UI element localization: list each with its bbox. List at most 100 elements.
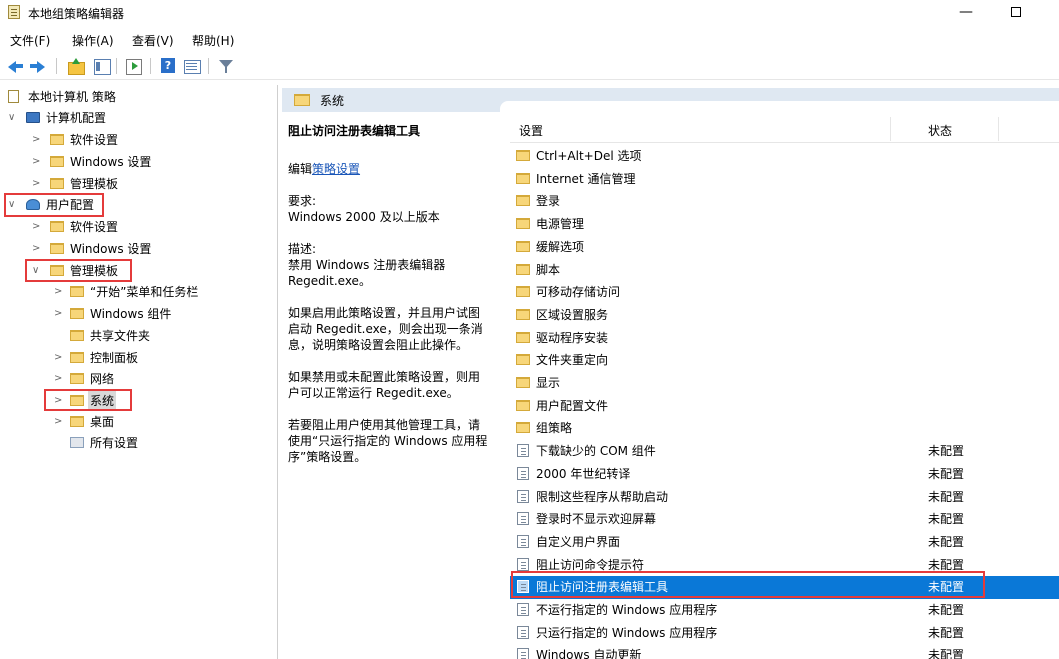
chevron-right-icon[interactable]: > <box>32 174 42 194</box>
menu-help[interactable]: 帮助(H) <box>192 32 234 49</box>
list-row[interactable]: Windows 自动更新 未配置 <box>510 644 1059 659</box>
folder-icon <box>50 178 64 189</box>
chevron-down-icon[interactable]: ∨ <box>8 108 18 128</box>
list-row[interactable]: 不运行指定的 Windows 应用程序 未配置 <box>510 599 1059 622</box>
list-row[interactable]: 电源管理 <box>510 213 1059 236</box>
description-text: 禁用 Windows 注册表编辑器 <box>288 258 446 272</box>
chevron-right-icon[interactable]: > <box>54 412 64 432</box>
menu-view[interactable]: 查看(V) <box>132 32 174 49</box>
chevron-down-icon[interactable]: ∨ <box>32 261 42 281</box>
chevron-right-icon[interactable]: > <box>54 369 64 389</box>
column-header-setting[interactable]: 设置 <box>519 122 543 139</box>
row-setting-label: 文件夹重定向 <box>536 353 609 368</box>
folder-icon <box>516 377 530 388</box>
content-header-title: 系统 <box>320 94 345 108</box>
chevron-right-icon[interactable]: > <box>32 217 42 237</box>
list-row[interactable]: 自定义用户界面 未配置 <box>510 531 1059 554</box>
list-row[interactable]: 用户配置文件 <box>510 395 1059 418</box>
list-row[interactable]: 组策略 <box>510 417 1059 440</box>
folder-icon <box>50 243 64 254</box>
list-row[interactable]: 下载缺少的 COM 组件 未配置 <box>510 440 1059 463</box>
folder-icon <box>516 286 530 298</box>
row-setting-label: 可移动存储访问 <box>536 285 621 300</box>
show-hide-tree-icon[interactable] <box>92 57 112 75</box>
tree-item-label: Windows 组件 <box>90 307 172 321</box>
maximize-button[interactable] <box>993 0 1039 26</box>
description-text: 如果禁用或未配置此策略设置，则用 <box>288 370 481 384</box>
list-row[interactable]: 限制这些程序从帮助启动 未配置 <box>510 486 1059 509</box>
list-row[interactable]: 缓解选项 <box>510 236 1059 259</box>
chevron-right-icon[interactable]: > <box>32 239 42 259</box>
chevron-right-icon[interactable]: > <box>32 152 42 172</box>
toolbar-separator <box>150 58 151 74</box>
toolbar <box>0 54 1059 80</box>
edit-prefix: 编辑 <box>288 162 313 176</box>
column-header-state[interactable]: 状态 <box>928 122 952 139</box>
chevron-down-icon[interactable]: ∨ <box>8 195 18 215</box>
list-row[interactable]: 登录时不显示欢迎屏幕 未配置 <box>510 508 1059 531</box>
list-row[interactable]: 2000 年世纪转译 未配置 <box>510 463 1059 486</box>
maximize-icon <box>1011 7 1021 17</box>
content-pane: 系统 阻止访问注册表编辑工具 编辑策略设置 要求: Windows 2000 及… <box>282 85 1059 659</box>
policy-doc-icon <box>8 90 19 103</box>
export-list-icon[interactable] <box>124 57 144 75</box>
row-setting-label: 用户配置文件 <box>536 398 609 413</box>
back-arrow-icon[interactable] <box>6 57 26 75</box>
list-row[interactable]: 可移动存储访问 <box>510 281 1059 304</box>
row-state-label: 未配置 <box>928 444 965 459</box>
row-setting-label: 脚本 <box>536 262 561 277</box>
list-row[interactable]: 只运行指定的 Windows 应用程序 未配置 <box>510 622 1059 645</box>
list-row[interactable]: 脚本 <box>510 259 1059 282</box>
list-row[interactable]: 阻止访问命令提示符 未配置 <box>510 554 1059 577</box>
list-row[interactable]: Internet 通信管理 <box>510 168 1059 191</box>
chevron-right-icon[interactable]: > <box>54 348 64 368</box>
list-row[interactable]: 区域设置服务 <box>510 304 1059 327</box>
tree-item-label: 本地计算机 策略 <box>28 90 116 104</box>
folder-icon <box>516 399 530 411</box>
row-state-label: 未配置 <box>928 625 965 640</box>
filter-icon[interactable] <box>216 57 236 75</box>
list-row[interactable]: 登录 <box>510 190 1059 213</box>
row-setting-label: 不运行指定的 Windows 应用程序 <box>536 603 718 617</box>
all-settings-icon <box>70 437 84 448</box>
row-setting-label: 自定义用户界面 <box>536 534 621 549</box>
folder-icon <box>70 286 84 297</box>
tree-item-label: 软件设置 <box>70 220 119 234</box>
list-row[interactable]: 显示 <box>510 372 1059 395</box>
edit-policy-link[interactable]: 策略设置 <box>312 162 360 176</box>
menu-file[interactable]: 文件(F) <box>10 32 50 49</box>
folder-up-icon[interactable] <box>66 57 86 75</box>
tree-item-label: 软件设置 <box>70 133 119 147</box>
folder-icon <box>70 308 84 319</box>
minimize-button[interactable]: — <box>943 0 989 26</box>
row-setting-label: 缓解选项 <box>536 239 585 254</box>
details-view-icon[interactable] <box>182 57 202 75</box>
folder-icon <box>516 240 530 252</box>
list-row[interactable]: 驱动程序安装 <box>510 327 1059 350</box>
list-row-selected[interactable]: 阻止访问注册表编辑工具 未配置 <box>510 576 1059 599</box>
row-state-label: 未配置 <box>928 466 965 481</box>
help-icon[interactable] <box>158 57 178 75</box>
row-setting-label: 阻止访问注册表编辑工具 <box>536 580 669 595</box>
description-text: Regedit.exe。 <box>288 274 371 288</box>
row-setting-label: 阻止访问命令提示符 <box>536 557 645 572</box>
policy-setting-icon <box>517 534 529 548</box>
chevron-right-icon[interactable]: > <box>54 282 64 302</box>
chevron-right-icon[interactable]: > <box>54 391 64 411</box>
tree-item-label: 管理模板 <box>70 264 119 278</box>
folder-icon <box>70 373 84 384</box>
policy-editor-app-icon <box>8 5 20 19</box>
chevron-right-icon[interactable]: > <box>54 304 64 324</box>
row-setting-label: 下载缺少的 COM 组件 <box>536 444 656 459</box>
menu-action[interactable]: 操作(A) <box>72 32 114 49</box>
column-divider[interactable] <box>998 117 999 141</box>
list-row[interactable]: 文件夹重定向 <box>510 349 1059 372</box>
chevron-right-icon[interactable]: > <box>32 130 42 150</box>
column-divider[interactable] <box>890 117 891 141</box>
list-row[interactable]: Ctrl+Alt+Del 选项 <box>510 145 1059 168</box>
policy-title: 阻止访问注册表编辑工具 <box>288 124 421 138</box>
forward-arrow-icon[interactable] <box>28 57 48 75</box>
row-setting-label: Windows 自动更新 <box>536 648 642 659</box>
